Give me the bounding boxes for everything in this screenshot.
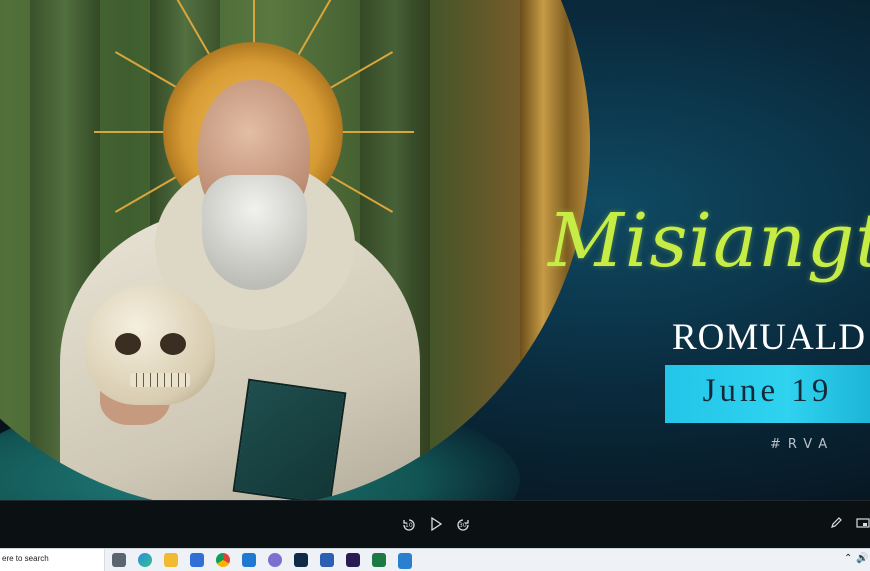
windows-taskbar: ere to search ⌃ 🔊 (0, 548, 870, 571)
miniplayer-icon[interactable] (856, 517, 870, 533)
skull-teeth (130, 373, 190, 387)
forward-label: 30 (459, 522, 467, 529)
store-icon[interactable] (190, 553, 204, 567)
excel-icon[interactable] (372, 553, 386, 567)
task-view-icon[interactable] (112, 553, 126, 567)
play-icon[interactable] (430, 516, 443, 535)
mail-icon[interactable] (242, 553, 256, 567)
chrome-icon[interactable] (216, 553, 230, 567)
teams-icon[interactable] (268, 553, 282, 567)
edge-icon[interactable] (138, 553, 152, 567)
date-banner: June 19 (665, 365, 870, 423)
book (232, 378, 347, 506)
pen-icon[interactable] (830, 517, 842, 533)
premiere-icon[interactable] (346, 553, 360, 567)
rewind-10-icon[interactable]: 10 (401, 517, 417, 537)
file-explorer-icon[interactable] (164, 553, 178, 567)
saint-name: ROMUALD (672, 317, 867, 358)
skull-eye (160, 333, 186, 355)
media-player-icon[interactable] (398, 553, 412, 569)
hashtag: #RVA (770, 437, 835, 452)
video-frame: Misiangthou ROMUALD June 19 #RVA (0, 0, 870, 512)
date-text: June 19 (702, 373, 833, 409)
chevron-up-icon[interactable]: ⌃ (844, 553, 852, 564)
rewind-label: 10 (405, 522, 413, 529)
photoshop-icon[interactable] (294, 553, 308, 567)
taskbar-search[interactable]: ere to search (0, 549, 105, 571)
script-title: Misiangthou (548, 198, 870, 284)
search-placeholder: ere to search (2, 554, 49, 563)
forward-30-icon[interactable]: 30 (455, 517, 471, 537)
saint-painting (0, 0, 590, 510)
white-beard (202, 175, 307, 290)
skull-eye (115, 333, 141, 355)
word-icon[interactable] (320, 553, 334, 567)
media-player-controls: 10 30 (0, 500, 870, 549)
skull (85, 285, 215, 405)
speaker-icon[interactable]: 🔊 (856, 553, 868, 564)
